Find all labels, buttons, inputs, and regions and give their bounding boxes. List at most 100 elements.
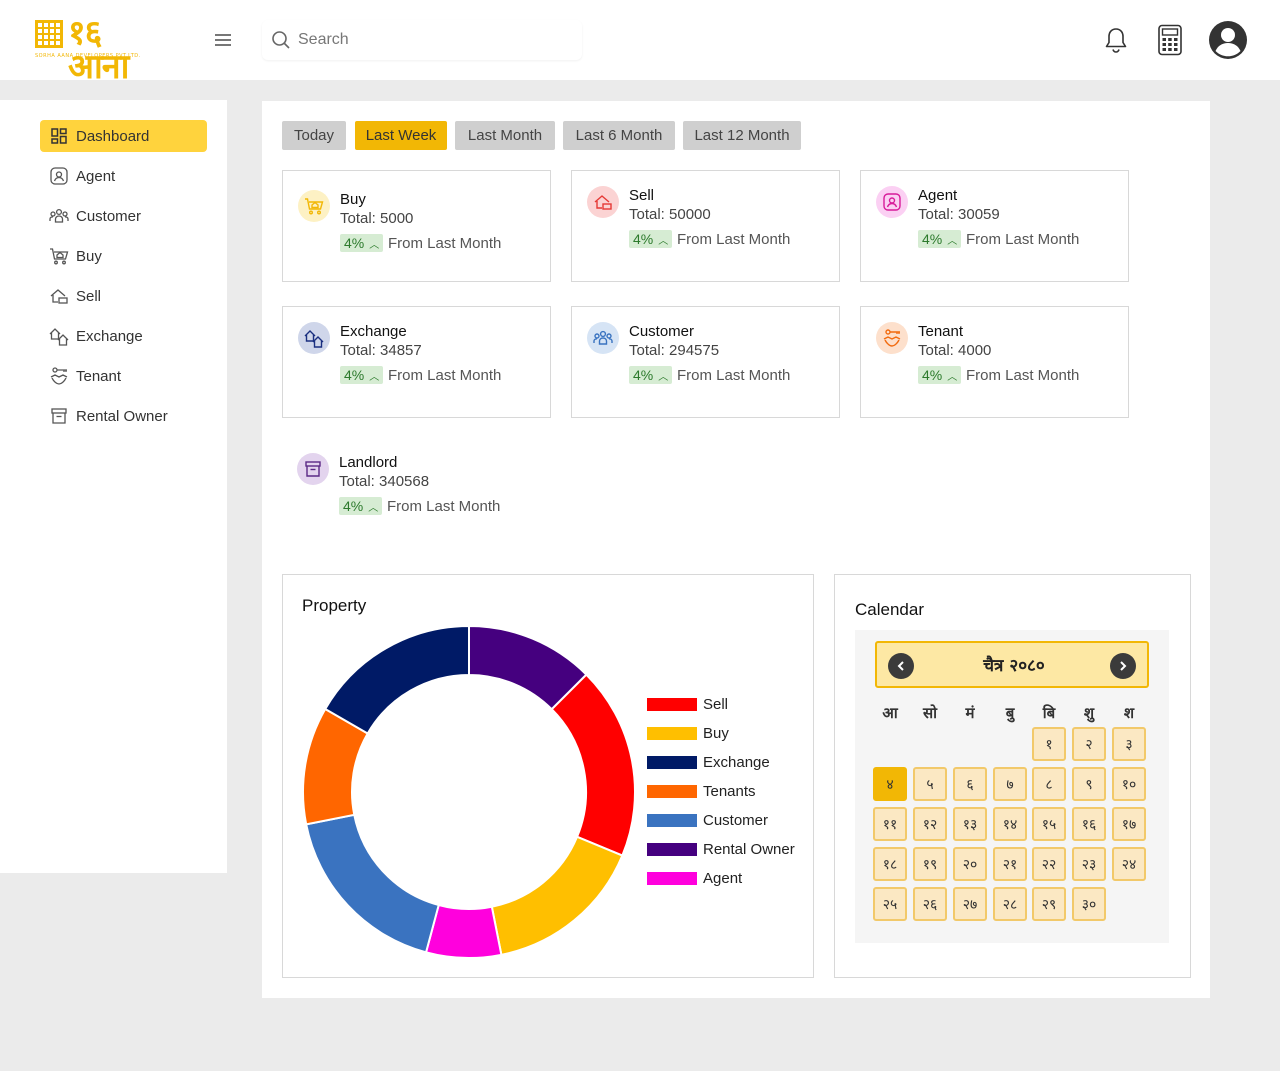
legend-item-exchange[interactable]: Exchange bbox=[647, 753, 807, 773]
logo-text: १६ आना bbox=[68, 13, 129, 87]
calendar-day[interactable]: २३ bbox=[1072, 847, 1106, 881]
calendar-day[interactable]: २ bbox=[1072, 727, 1106, 761]
stat-card-agent[interactable]: Agent Total: 30059 4% ︿ From Last Month bbox=[860, 170, 1129, 282]
stat-card-exchange[interactable]: Exchange Total: 34857 4% ︿ From Last Mont… bbox=[282, 306, 551, 418]
calendar-day[interactable]: ९ bbox=[1072, 767, 1106, 801]
calendar-day[interactable]: २० bbox=[953, 847, 987, 881]
calendar-day-today[interactable]: ४ bbox=[873, 767, 907, 801]
calendar-day[interactable]: १८ bbox=[873, 847, 907, 881]
calendar-day[interactable]: १५ bbox=[1032, 807, 1066, 841]
calendar-day[interactable]: १७ bbox=[1112, 807, 1146, 841]
sidebar-item-customer[interactable]: Customer bbox=[40, 200, 207, 232]
sidebar-item-label: Agent bbox=[76, 167, 116, 185]
calendar-day[interactable]: ६ bbox=[953, 767, 987, 801]
landlord-icon bbox=[297, 453, 329, 485]
filter-last-week[interactable]: Last Week bbox=[355, 121, 447, 150]
brand-logo[interactable]: १६ आना SORHA AANA DEVELOPERS PVT.LTD. bbox=[35, 16, 150, 84]
donut-slice-sell[interactable] bbox=[550, 673, 636, 857]
stat-title: Exchange bbox=[340, 323, 407, 340]
stat-card-buy[interactable]: Buy Total: 5000 4% ︿ From Last Month bbox=[282, 170, 551, 282]
calendar-day[interactable]: १९ bbox=[913, 847, 947, 881]
legend-item-rental-owner[interactable]: Rental Owner bbox=[647, 840, 807, 860]
sidebar-item-dashboard[interactable]: Dashboard bbox=[40, 120, 207, 152]
calendar-day[interactable]: १३ bbox=[953, 807, 987, 841]
chevron-up-icon: ︿ bbox=[369, 239, 380, 251]
calendar-day[interactable]: २८ bbox=[993, 887, 1027, 921]
rental-owner-icon bbox=[49, 406, 69, 426]
stat-compare-text: From Last Month bbox=[388, 367, 502, 384]
calendar-day[interactable]: २७ bbox=[953, 887, 987, 921]
legend-swatch bbox=[647, 785, 697, 798]
calendar-day[interactable]: ११ bbox=[873, 807, 907, 841]
legend-item-customer[interactable]: Customer bbox=[647, 811, 807, 831]
legend-item-tenants[interactable]: Tenants bbox=[647, 782, 807, 802]
calculator-icon[interactable] bbox=[1150, 20, 1190, 60]
calendar-month-header: चैत्र २०८० bbox=[875, 641, 1149, 688]
sell-icon bbox=[49, 286, 69, 306]
sidebar-item-exchange[interactable]: Exchange bbox=[40, 320, 207, 352]
calendar-day[interactable]: २६ bbox=[913, 887, 947, 921]
filter-last-12-month[interactable]: Last 12 Month bbox=[683, 121, 801, 150]
calendar-day[interactable]: २४ bbox=[1112, 847, 1146, 881]
sidebar-item-buy[interactable]: Buy bbox=[40, 240, 207, 272]
sidebar-item-sell[interactable]: Sell bbox=[40, 280, 207, 312]
agent-icon bbox=[876, 186, 908, 218]
stat-card-landlord[interactable]: Landlord Total: 340568 4% ︿ From Last Mon… bbox=[282, 438, 551, 550]
stat-card-customer[interactable]: Customer Total: 294575 4% ︿ From Last Mon… bbox=[571, 306, 840, 418]
calendar-weekday: बि bbox=[1042, 704, 1056, 722]
calendar-day[interactable]: १२ bbox=[913, 807, 947, 841]
menu-icon[interactable] bbox=[213, 30, 233, 50]
stat-card-sell[interactable]: Sell Total: 50000 4% ︿ From Last Month bbox=[571, 170, 840, 282]
calendar-day[interactable]: २५ bbox=[873, 887, 907, 921]
stat-total: Total: 34857 bbox=[340, 342, 422, 359]
calendar-day[interactable]: १ bbox=[1032, 727, 1066, 761]
user-avatar-icon[interactable] bbox=[1208, 20, 1248, 60]
filter-today[interactable]: Today bbox=[282, 121, 346, 150]
calendar-day[interactable]: ५ bbox=[913, 767, 947, 801]
search-box bbox=[262, 20, 582, 60]
calendar-day[interactable]: १० bbox=[1112, 767, 1146, 801]
stat-total: Total: 30059 bbox=[918, 206, 1000, 223]
search-icon bbox=[272, 31, 290, 49]
stat-total: Total: 340568 bbox=[339, 473, 430, 490]
filter-last-6-month[interactable]: Last 6 Month bbox=[563, 121, 675, 150]
calendar-day[interactable]: २९ bbox=[1032, 887, 1066, 921]
calendar-day[interactable]: ७ bbox=[993, 767, 1027, 801]
calendar-day[interactable]: ८ bbox=[1032, 767, 1066, 801]
stat-card-tenant[interactable]: Tenant Total: 4000 4% ︿ From Last Month bbox=[860, 306, 1129, 418]
donut-slice-customer[interactable] bbox=[305, 813, 440, 954]
legend-item-sell[interactable]: Sell bbox=[647, 695, 807, 715]
stat-compare-text: From Last Month bbox=[387, 498, 501, 515]
sidebar-item-agent[interactable]: Agent bbox=[40, 160, 207, 192]
search-input[interactable] bbox=[298, 28, 568, 52]
sidebar-item-label: Buy bbox=[76, 247, 102, 265]
calendar-body: चैत्र २०८० आ सो मं बु बि शु श १ २ ३ ४ ५ ६ ७ ८ ९ १० ११ १२ १३… bbox=[855, 630, 1169, 943]
calendar-day[interactable]: १४ bbox=[993, 807, 1027, 841]
chevron-up-icon: ︿ bbox=[368, 502, 379, 514]
donut-slice-exchange[interactable] bbox=[323, 625, 470, 735]
bell-icon[interactable] bbox=[1096, 20, 1136, 60]
change-badge: 4% ︿ bbox=[629, 230, 673, 248]
calendar-weekday: सो bbox=[922, 704, 938, 722]
top-header: १६ आना SORHA AANA DEVELOPERS PVT.LTD. bbox=[0, 0, 1280, 84]
sidebar-item-rental-owner[interactable]: Rental Owner bbox=[40, 400, 207, 432]
chevron-up-icon: ︿ bbox=[947, 371, 958, 383]
stat-title: Sell bbox=[629, 187, 655, 204]
calendar-weekday: आ bbox=[882, 704, 898, 722]
stat-compare-text: From Last Month bbox=[677, 231, 791, 248]
legend-item-buy[interactable]: Buy bbox=[647, 724, 807, 744]
calendar-day[interactable]: ३ bbox=[1112, 727, 1146, 761]
filter-last-month[interactable]: Last Month bbox=[455, 121, 555, 150]
logo-grid-icon bbox=[35, 20, 63, 48]
calendar-day[interactable]: २१ bbox=[993, 847, 1027, 881]
sidebar-item-tenant[interactable]: Tenant bbox=[40, 360, 207, 392]
calendar-day[interactable]: ३० bbox=[1072, 887, 1106, 921]
legend-item-agent[interactable]: Agent bbox=[647, 869, 807, 889]
donut-slice-buy[interactable] bbox=[490, 835, 624, 956]
house-sale-icon bbox=[587, 186, 619, 218]
calendar-day[interactable]: १६ bbox=[1072, 807, 1106, 841]
calendar-day[interactable]: २२ bbox=[1032, 847, 1066, 881]
change-value: 4% bbox=[344, 367, 365, 383]
stat-compare-text: From Last Month bbox=[388, 235, 502, 252]
next-month-button[interactable] bbox=[1110, 653, 1136, 679]
